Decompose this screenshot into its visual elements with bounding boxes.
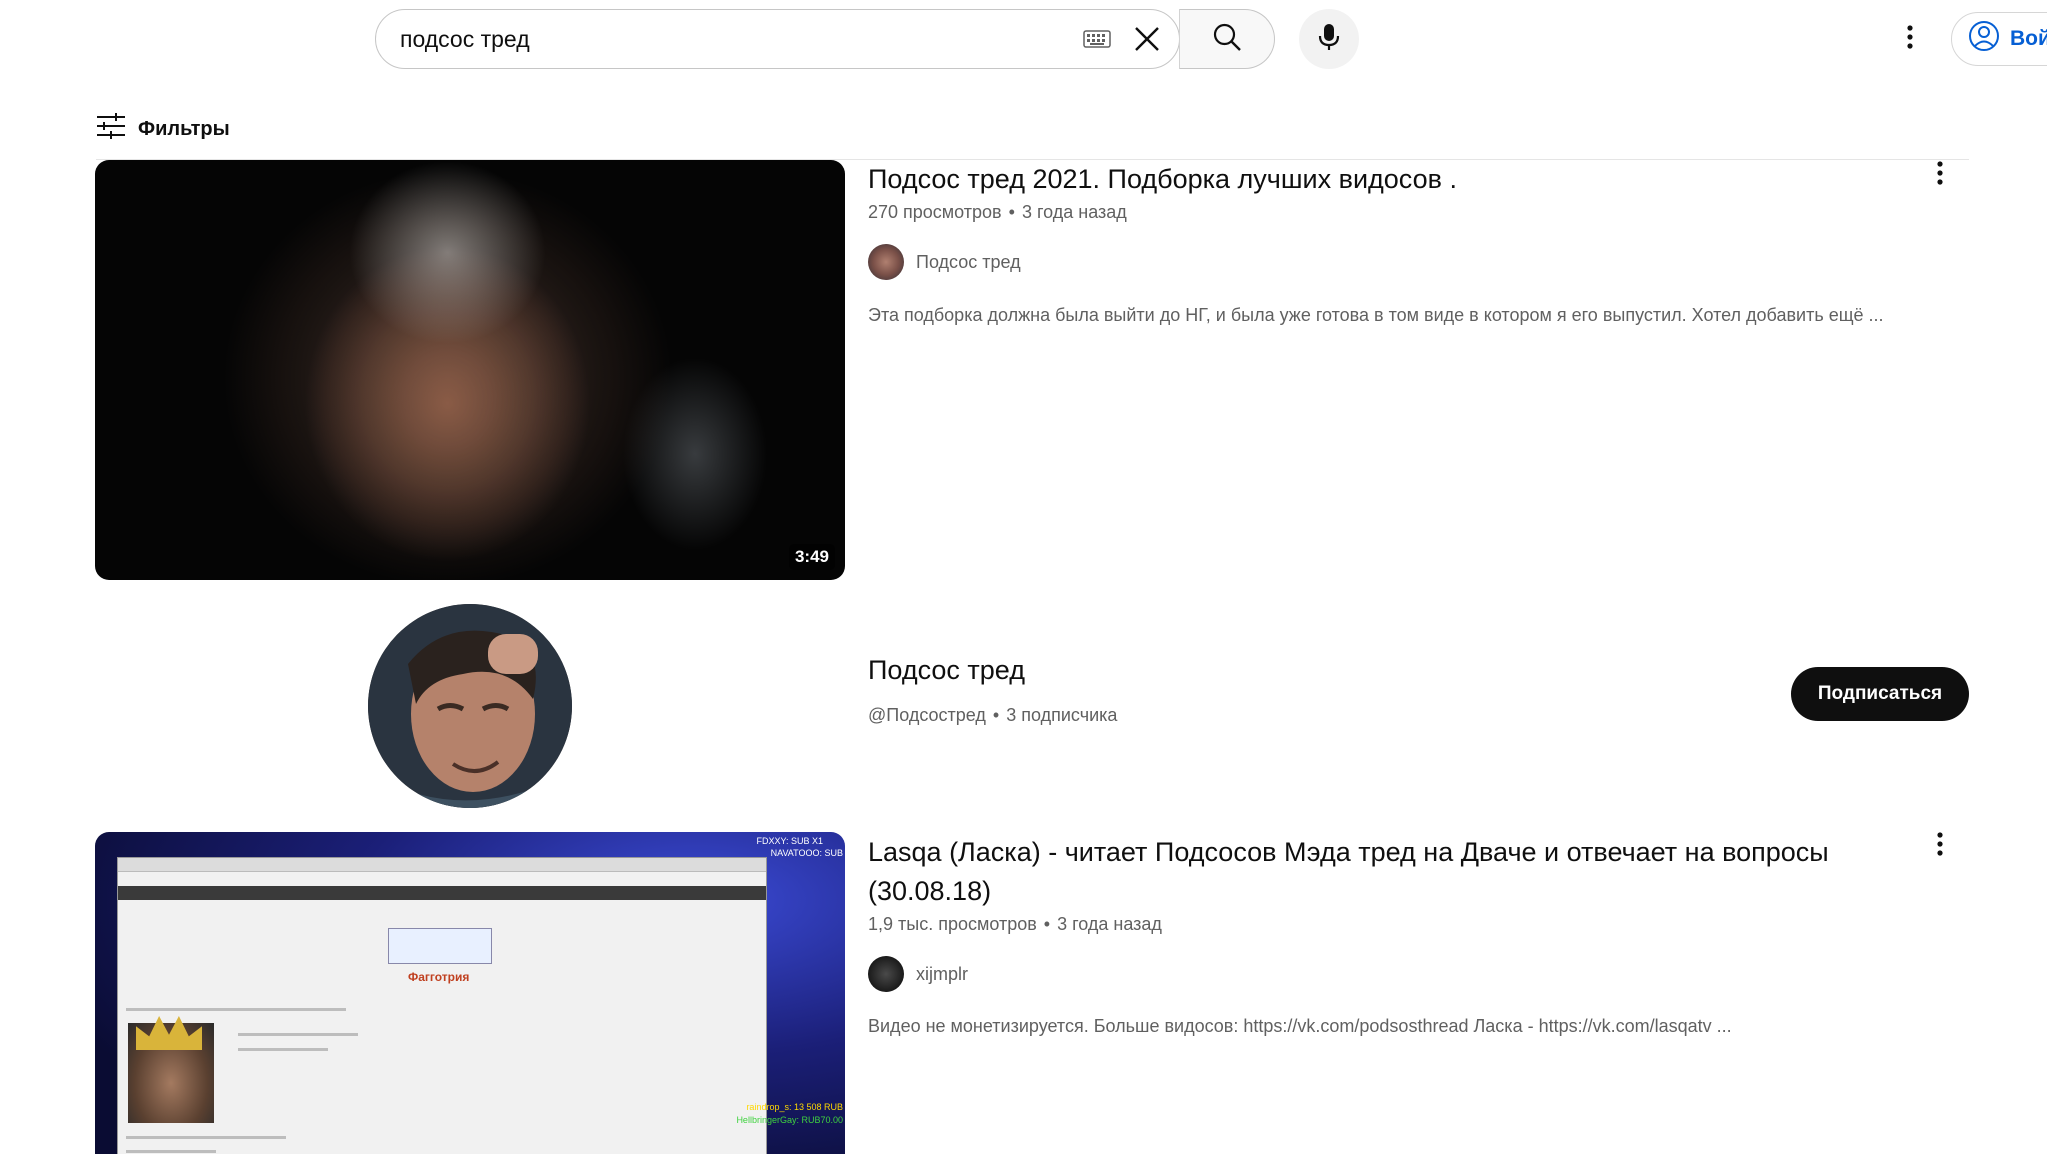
sign-in-label: Вой <box>2010 27 2047 50</box>
channel-avatar[interactable] <box>868 956 904 992</box>
search-input[interactable] <box>376 10 1075 68</box>
thumb-screen-capture: Фагготрия <box>117 857 767 1154</box>
sign-in-button[interactable]: Вой <box>1951 12 2047 66</box>
filter-sliders-icon <box>96 113 126 145</box>
channel-name[interactable]: Подсос тред <box>916 252 1021 273</box>
channel-link[interactable]: xijmplr <box>868 956 968 992</box>
video-duration: 3:49 <box>788 544 835 570</box>
filters-button[interactable]: Фильтры <box>96 113 230 145</box>
thumb-text-line <box>238 1048 328 1051</box>
video-action-menu-button[interactable] <box>1918 824 1962 868</box>
search-box[interactable] <box>375 9 1180 69</box>
thumb-text-line <box>126 1150 216 1153</box>
upload-age: 3 года назад <box>1021 202 1127 222</box>
thumb-banner <box>118 886 766 900</box>
channel-name[interactable]: xijmplr <box>916 964 968 985</box>
meta-separator: • <box>1043 914 1051 934</box>
video-thumbnail[interactable]: FDXXY: SUB X1 NAVATOOO: SUB Фагготрия ra… <box>95 832 845 1154</box>
channel-avatar[interactable] <box>868 244 904 280</box>
keyboard-icon[interactable] <box>1075 17 1119 61</box>
channel-result-avatar[interactable] <box>368 604 572 808</box>
view-count: 1,9 тыс. просмотров <box>868 914 1037 934</box>
thumb-browser-bar <box>118 858 766 872</box>
thumb-donation-text: HellbringerGay: RUB70.00 <box>736 1115 843 1125</box>
video-title[interactable]: Подсос тред 2021. Подборка лучших видосо… <box>868 160 1868 199</box>
search-button[interactable] <box>1179 9 1275 69</box>
channel-result-name[interactable]: Подсос тред <box>868 655 1025 686</box>
meta-separator: • <box>992 705 1000 725</box>
clear-search-icon[interactable] <box>1125 17 1169 61</box>
subscribe-button[interactable]: Подписаться <box>1791 667 1969 721</box>
video-title[interactable]: Lasqa (Ласка) - читает Подсосов Мэда тре… <box>868 833 1918 911</box>
thumb-overlay-text: FDXXY: SUB X1 <box>756 836 823 846</box>
channel-handle: @Подсостред <box>868 705 986 725</box>
thumb-text-line <box>238 1033 358 1036</box>
channel-link[interactable]: Подсос тред <box>868 244 1021 280</box>
channel-result-meta: @Подсостред • 3 подписчика <box>868 705 1117 726</box>
youtube-search-page: Вой Фильтры 3:49 Подсос тред 2021. Подбо… <box>0 0 2047 1154</box>
meta-separator: • <box>1008 202 1015 222</box>
more-vertical-icon <box>1907 24 1913 54</box>
thumb-text-line <box>126 1136 286 1139</box>
thumb-overlay-text: NAVATOOO: SUB <box>770 848 843 858</box>
search-icon <box>1212 22 1242 57</box>
video-description: Эта подборка должна была выйти до НГ, и … <box>868 305 1884 325</box>
video-meta: 270 просмотров • 3 года назад <box>868 202 1127 223</box>
view-count: 270 просмотров <box>868 202 1002 222</box>
settings-menu-button[interactable] <box>1888 17 1932 61</box>
thumb-text-line <box>126 1008 346 1011</box>
more-vertical-icon <box>1937 160 1943 190</box>
more-vertical-icon <box>1937 831 1943 861</box>
microphone-icon <box>1317 22 1341 57</box>
thumb-donation-text: raindrop_s: 13 508 RUB <box>746 1102 843 1112</box>
filters-label: Фильтры <box>138 117 230 140</box>
video-meta: 1,9 тыс. просмотров • 3 года назад <box>868 914 1162 935</box>
thumb-logo-text: Фагготрия <box>408 970 470 984</box>
subscriber-count: 3 подписчика <box>1006 705 1118 725</box>
thumb-board-logo <box>388 928 492 964</box>
video-action-menu-button[interactable] <box>1918 153 1962 197</box>
video-description: Видео не монетизируется. Больше видосов:… <box>868 1016 1732 1036</box>
upload-age: 3 года назад <box>1057 914 1162 934</box>
video-thumbnail[interactable]: 3:49 <box>95 160 845 580</box>
account-icon <box>1968 20 2000 58</box>
voice-search-button[interactable] <box>1299 9 1359 69</box>
